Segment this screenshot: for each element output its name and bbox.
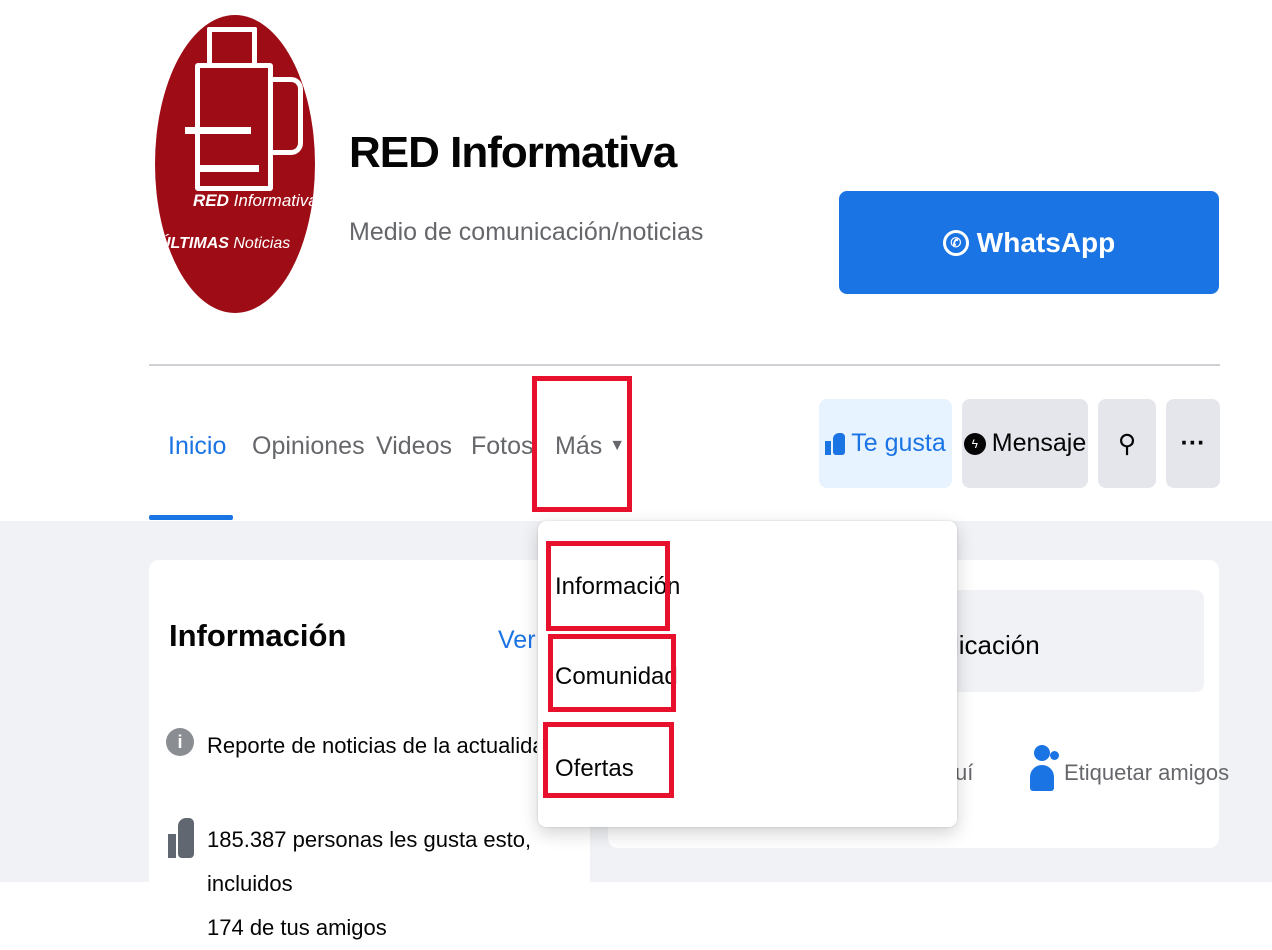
thumbs-up-icon xyxy=(168,818,194,860)
info-icon: i xyxy=(166,728,194,756)
message-button-label: Mensaje xyxy=(991,429,1087,457)
more-options-button[interactable]: ··· xyxy=(1166,399,1220,488)
create-post-placeholder: licación xyxy=(953,630,1040,660)
page-description: Reporte de noticias de la actualidad Azu xyxy=(207,733,537,758)
tab-videos[interactable]: Videos xyxy=(376,432,452,461)
tab-mas[interactable]: Más ▼ xyxy=(555,432,625,461)
search-icon: ⚲ xyxy=(1117,429,1137,458)
tab-opiniones[interactable]: Opiniones xyxy=(252,432,365,461)
tag-friends-button[interactable]: Etiquetar amigos xyxy=(1064,760,1229,786)
thumbs-up-icon xyxy=(825,432,846,455)
whatsapp-icon: ✆ xyxy=(942,229,969,256)
like-button-label: Te gusta xyxy=(851,429,946,457)
logo-text-line1: RED Informativa xyxy=(193,191,315,210)
camera-lens-icon xyxy=(268,77,303,155)
tab-mas-label: Más xyxy=(555,432,603,460)
logo-text-line2: ÚLTIMAS Noticias xyxy=(159,235,291,252)
message-button[interactable]: ϟ Mensaje xyxy=(962,399,1088,488)
menu-item-ofertas[interactable]: Ofertas xyxy=(555,755,634,783)
chevron-down-icon: ▼ xyxy=(609,437,626,454)
likes-count-text: 185.387 personas les gusta esto, incluid… xyxy=(207,827,532,940)
menu-item-informacion[interactable]: Información xyxy=(555,573,680,601)
camera-icon-top xyxy=(207,27,257,66)
tab-inicio[interactable]: Inicio xyxy=(168,432,226,461)
page-category[interactable]: Medio de comunicación/noticias xyxy=(349,218,703,247)
page-avatar[interactable]: RED Informativa ÚLTIMAS Noticias xyxy=(155,15,315,313)
like-button[interactable]: Te gusta xyxy=(819,399,952,488)
active-tab-indicator xyxy=(149,515,233,520)
checkin-label[interactable]: uí xyxy=(955,760,973,786)
messenger-icon: ϟ xyxy=(963,432,986,455)
whatsapp-button[interactable]: ✆ WhatsApp xyxy=(839,191,1219,294)
tab-fotos[interactable]: Fotos xyxy=(471,432,534,461)
search-button[interactable]: ⚲ xyxy=(1098,399,1156,488)
page-title: RED Informativa xyxy=(349,128,677,177)
menu-item-comunidad[interactable]: Comunidad xyxy=(555,663,678,691)
tag-friends-icon xyxy=(1030,745,1059,795)
info-card-title: Información xyxy=(169,618,347,653)
more-icon: ··· xyxy=(1180,429,1206,457)
header-divider xyxy=(149,364,1220,366)
whatsapp-button-label: WhatsApp xyxy=(976,226,1116,258)
